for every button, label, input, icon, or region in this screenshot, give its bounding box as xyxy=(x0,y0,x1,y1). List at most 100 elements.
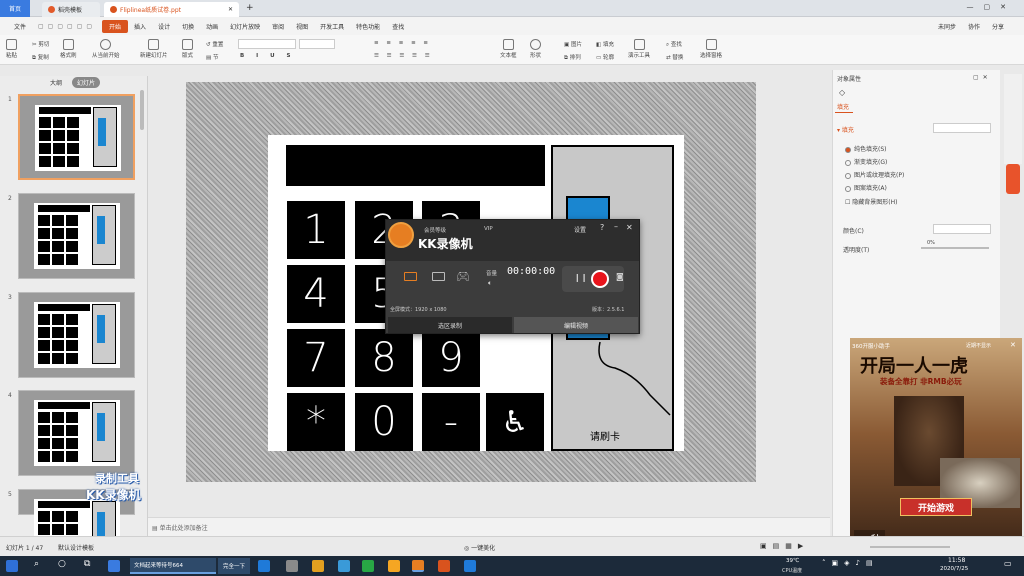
menu-file[interactable]: 文件 xyxy=(8,22,32,31)
color-select[interactable] xyxy=(933,224,991,234)
kk-close-button[interactable]: ✕ xyxy=(626,223,633,232)
menu-review[interactable]: 审阅 xyxy=(266,22,290,31)
outline-button[interactable]: ▭ 轮廓 xyxy=(596,53,614,61)
textbox-button[interactable]: 文本框 xyxy=(500,39,517,59)
mail-icon[interactable] xyxy=(338,560,350,572)
tab-docer[interactable]: 稻壳模板 xyxy=(42,2,100,17)
ad-close-icon[interactable]: ✕ xyxy=(1010,341,1016,349)
presenter-tools-button[interactable]: 演示工具 xyxy=(628,39,650,59)
taskbar-app-1[interactable]: 文档起来等待号664 xyxy=(130,558,216,574)
window-mode-icon[interactable] xyxy=(432,272,445,281)
smart-beautify-button[interactable]: ◎ 一键美化 xyxy=(464,543,495,552)
menu-transition[interactable]: 切换 xyxy=(176,22,200,31)
slide-thumbnail[interactable] xyxy=(18,193,135,279)
tab-document[interactable]: Fliplinea纸质试卷.ppt ✕ xyxy=(104,2,239,17)
menu-home[interactable]: 开始 xyxy=(102,19,129,33)
close-tab-icon[interactable]: ✕ xyxy=(228,6,233,13)
window-controls[interactable]: —▢✕ xyxy=(967,3,1016,11)
notes-area[interactable]: ▤ 单击此处添加备注 xyxy=(148,517,830,536)
hide-background-checkbox[interactable]: ☐ 隐藏背景图形(H) xyxy=(845,197,898,206)
app-icon-5[interactable] xyxy=(388,560,400,572)
fullscreen-mode-icon[interactable] xyxy=(404,272,417,281)
slide-thumbnail[interactable] xyxy=(18,292,135,378)
fill-option-solid[interactable]: 纯色填充(S) xyxy=(845,144,887,153)
side-promo-tab[interactable] xyxy=(1006,164,1020,194)
shape-button[interactable]: 形状 xyxy=(530,39,541,59)
fill-type-select[interactable] xyxy=(933,123,991,133)
ad-dismiss-label[interactable]: 近期不显示 xyxy=(966,342,991,349)
explorer-icon[interactable] xyxy=(312,560,324,572)
menu-insert[interactable]: 插入 xyxy=(128,22,152,31)
zoom-slider[interactable] xyxy=(870,546,950,548)
font-name-select[interactable] xyxy=(238,39,296,49)
picture-button[interactable]: ▣ 图片 xyxy=(564,40,582,48)
speaker-icon[interactable]: 🔈︎ xyxy=(488,279,492,288)
align-buttons[interactable]: ☰ ☰ ☰ ☰ ☰ xyxy=(374,53,433,59)
folder-icon[interactable] xyxy=(108,560,120,572)
select-pane-button[interactable]: 选择窗格 xyxy=(700,39,722,59)
windows-start-icon[interactable] xyxy=(6,560,18,572)
reset-button[interactable]: ↺ 重置 xyxy=(206,40,223,48)
app-icon-8[interactable] xyxy=(464,560,476,572)
cortana-icon[interactable]: ○ xyxy=(58,559,66,569)
new-tab-icon[interactable]: + xyxy=(246,3,254,13)
transparency-slider[interactable] xyxy=(921,247,989,249)
menu-animation[interactable]: 动画 xyxy=(200,22,224,31)
menu-collab[interactable]: 协作 xyxy=(962,22,986,31)
game-mode-icon[interactable]: 🎮︎ xyxy=(456,270,470,283)
ad-start-game-button[interactable]: 开始游戏 xyxy=(900,498,972,516)
store-icon[interactable] xyxy=(286,560,298,572)
new-slide-button[interactable]: 新建幻灯片 xyxy=(140,39,168,59)
menu-unsynced[interactable]: 未同步 xyxy=(932,22,962,31)
pause-button[interactable]: ❙❙ xyxy=(574,273,587,282)
cut-button[interactable]: ✂ 剪切 xyxy=(32,40,49,48)
replace-button[interactable]: ⇄ 替换 xyxy=(666,53,683,61)
paragraph-buttons[interactable]: ≡ ≡ ≡ ≡ ≡ xyxy=(374,40,431,46)
kk-help-button[interactable]: ? xyxy=(600,223,604,232)
fill-button[interactable]: ◧ 填充 xyxy=(596,40,614,48)
font-style-buttons[interactable]: B I U S xyxy=(240,53,295,59)
tray-icons[interactable]: ˄▣◈♪▤ xyxy=(822,559,879,567)
menu-share[interactable]: 分享 xyxy=(986,22,1010,31)
find-button[interactable]: ⌕ 查找 xyxy=(666,40,682,49)
record-button[interactable] xyxy=(591,270,609,288)
menu-view[interactable]: 视图 xyxy=(290,22,314,31)
kk-taskbar-icon[interactable] xyxy=(412,560,424,572)
fill-section[interactable]: ▾ 填充 xyxy=(837,125,854,134)
menu-features[interactable]: 特色功能 xyxy=(350,22,386,31)
view-buttons[interactable]: ▣▤▦▶ xyxy=(760,542,809,550)
menu-design[interactable]: 设计 xyxy=(152,22,176,31)
menu-search[interactable]: 查找 xyxy=(386,22,410,31)
kk-minimize-button[interactable]: – xyxy=(614,222,618,231)
region-record-button[interactable]: 选区录制 xyxy=(388,317,512,333)
slide-thumbnail[interactable] xyxy=(18,94,135,180)
fill-option-picture[interactable]: 图片或纹理填充(P) xyxy=(845,170,904,179)
menu-developer[interactable]: 开发工具 xyxy=(314,22,350,31)
menu-slideshow[interactable]: 幻灯片放映 xyxy=(224,22,266,31)
kk-settings[interactable]: 设置 xyxy=(574,225,586,234)
section-button[interactable]: ▤ 节 xyxy=(206,53,218,61)
sidebar-scrollbar[interactable] xyxy=(140,90,144,130)
font-size-select[interactable] xyxy=(299,39,335,49)
copy-button[interactable]: ⧉ 复制 xyxy=(32,53,49,62)
wechat-icon[interactable] xyxy=(362,560,374,572)
wps-icon[interactable] xyxy=(438,560,450,572)
game-ad-popup[interactable]: 360开服小助手 近期不显示 ✕ 开局一人一虎 装备全靠打 非RMB必玩 开始游… xyxy=(850,338,1022,552)
play-from-current-button[interactable]: 从当前开始 xyxy=(92,39,120,59)
layout-button[interactable]: 版式 xyxy=(182,39,193,59)
arrange-button[interactable]: ⧉ 排列 xyxy=(564,53,581,62)
task-view-icon[interactable]: ⧉ xyxy=(84,559,90,569)
fill-option-gradient[interactable]: 渐变填充(G) xyxy=(845,157,887,166)
paste-button[interactable]: 粘贴 xyxy=(6,39,17,59)
fill-tab[interactable]: 填充 xyxy=(837,102,849,111)
tab-outline[interactable]: 大纲 xyxy=(50,78,62,87)
fill-tab-icon[interactable]: ◇ xyxy=(839,88,845,97)
edge-icon[interactable] xyxy=(258,560,270,572)
edit-video-button[interactable]: 编辑视频 xyxy=(514,317,638,333)
tab-home[interactable]: 首页 xyxy=(0,0,30,17)
tab-slides[interactable]: 幻灯片 xyxy=(72,77,101,88)
slide-thumbnail[interactable] xyxy=(18,390,135,476)
format-painter-button[interactable]: 格式刷 xyxy=(60,39,77,59)
taskbar-app-2[interactable]: 完全一下 xyxy=(218,558,250,574)
screenshot-camera-icon[interactable]: ◙ xyxy=(616,272,624,281)
